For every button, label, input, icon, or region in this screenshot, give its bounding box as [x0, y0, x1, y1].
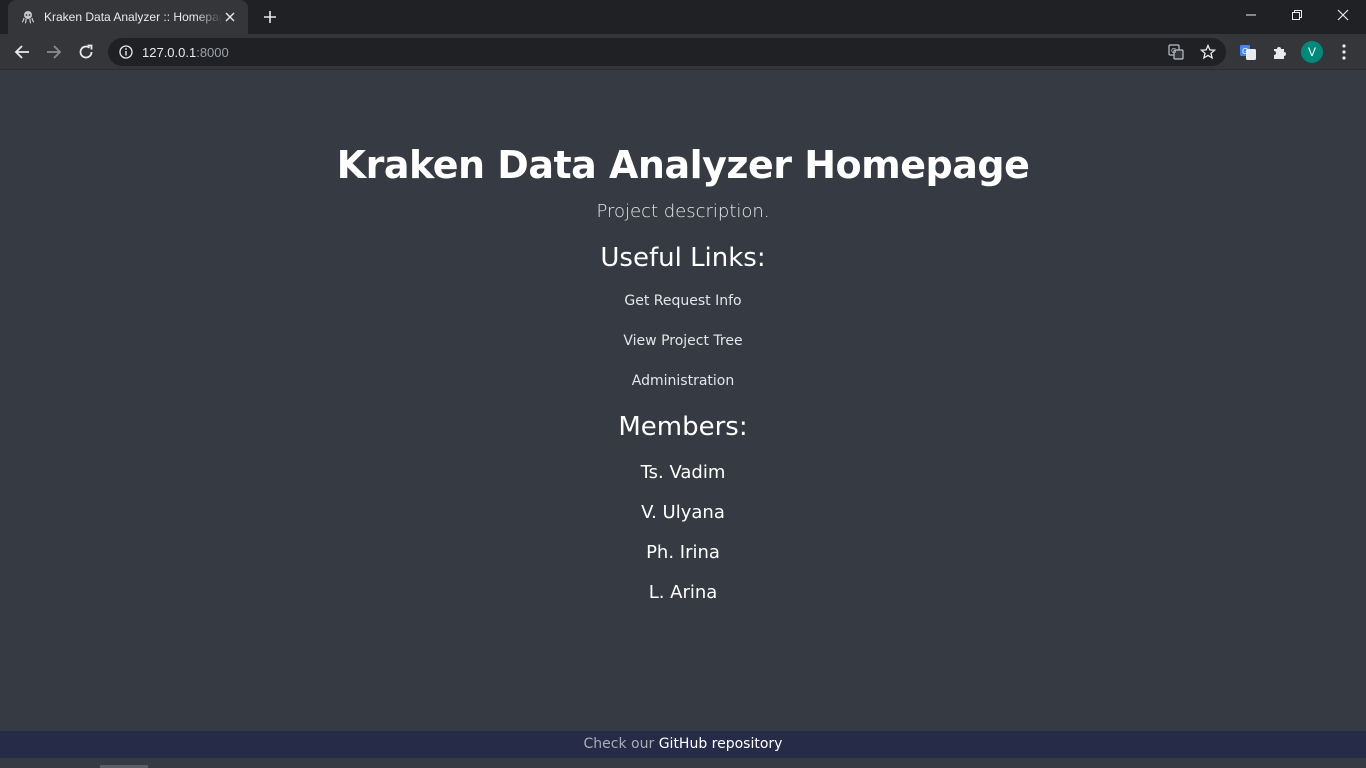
reload-icon: [79, 44, 93, 59]
close-window-button[interactable]: [1320, 0, 1366, 30]
reload-button[interactable]: [72, 38, 100, 66]
kraken-favicon-icon: [20, 9, 36, 25]
member-item: Ph. Irina: [646, 542, 720, 563]
footer-prefix: Check our: [583, 736, 655, 752]
plus-icon: [264, 11, 276, 23]
minimize-button[interactable]: [1228, 0, 1274, 30]
tab-title: Kraken Data Analyzer :: Homepage: [44, 10, 222, 24]
minimize-icon: [1246, 14, 1256, 16]
administration-link[interactable]: Administration: [632, 373, 734, 389]
browser-tab[interactable]: Kraken Data Analyzer :: Homepage: [8, 0, 248, 34]
browser-menu-icon[interactable]: [1332, 40, 1356, 64]
member-item: Ts. Vadim: [640, 462, 726, 483]
arrow-right-icon: [47, 45, 62, 59]
address-bar[interactable]: 127.0.0.1:8000 G: [108, 38, 1226, 66]
member-item: L. Arina: [648, 582, 718, 603]
site-info-icon[interactable]: [118, 44, 134, 60]
tab-close-icon[interactable]: [222, 9, 238, 25]
forward-button[interactable]: [40, 38, 68, 66]
useful-links-heading: Useful Links:: [600, 243, 766, 273]
new-tab-button[interactable]: [258, 5, 282, 29]
restore-icon: [1292, 10, 1302, 20]
arrow-left-icon: [14, 45, 29, 59]
svg-text:G: G: [1242, 47, 1248, 56]
get-request-info-link[interactable]: Get Request Info: [624, 293, 741, 309]
google-translate-extension-icon[interactable]: G: [1236, 40, 1260, 64]
bottom-strip: [0, 758, 1366, 768]
browser-titlebar: Kraken Data Analyzer :: Homepage: [0, 0, 1366, 34]
restore-button[interactable]: [1274, 0, 1320, 30]
view-project-tree-link[interactable]: View Project Tree: [623, 333, 742, 349]
page-title: Kraken Data Analyzer Homepage: [336, 143, 1030, 187]
url-text: 127.0.0.1:8000: [142, 44, 229, 60]
extensions-puzzle-icon[interactable]: [1268, 40, 1292, 64]
project-description: Project description.: [596, 201, 770, 222]
svg-text:G: G: [1171, 47, 1176, 55]
back-button[interactable]: [8, 38, 36, 66]
translate-icon[interactable]: G: [1166, 42, 1186, 62]
member-item: V. Ulyana: [641, 502, 725, 523]
bookmark-star-icon[interactable]: [1198, 42, 1218, 62]
browser-toolbar: 127.0.0.1:8000 G G: [0, 34, 1366, 70]
close-icon: [1337, 9, 1349, 21]
page-footer: Check our GitHub repository: [0, 731, 1366, 758]
github-repository-link[interactable]: GitHub repository: [659, 736, 783, 752]
page-content: Kraken Data Analyzer Homepage Project de…: [0, 71, 1366, 731]
profile-avatar[interactable]: V: [1301, 41, 1323, 63]
members-heading: Members:: [618, 412, 748, 442]
